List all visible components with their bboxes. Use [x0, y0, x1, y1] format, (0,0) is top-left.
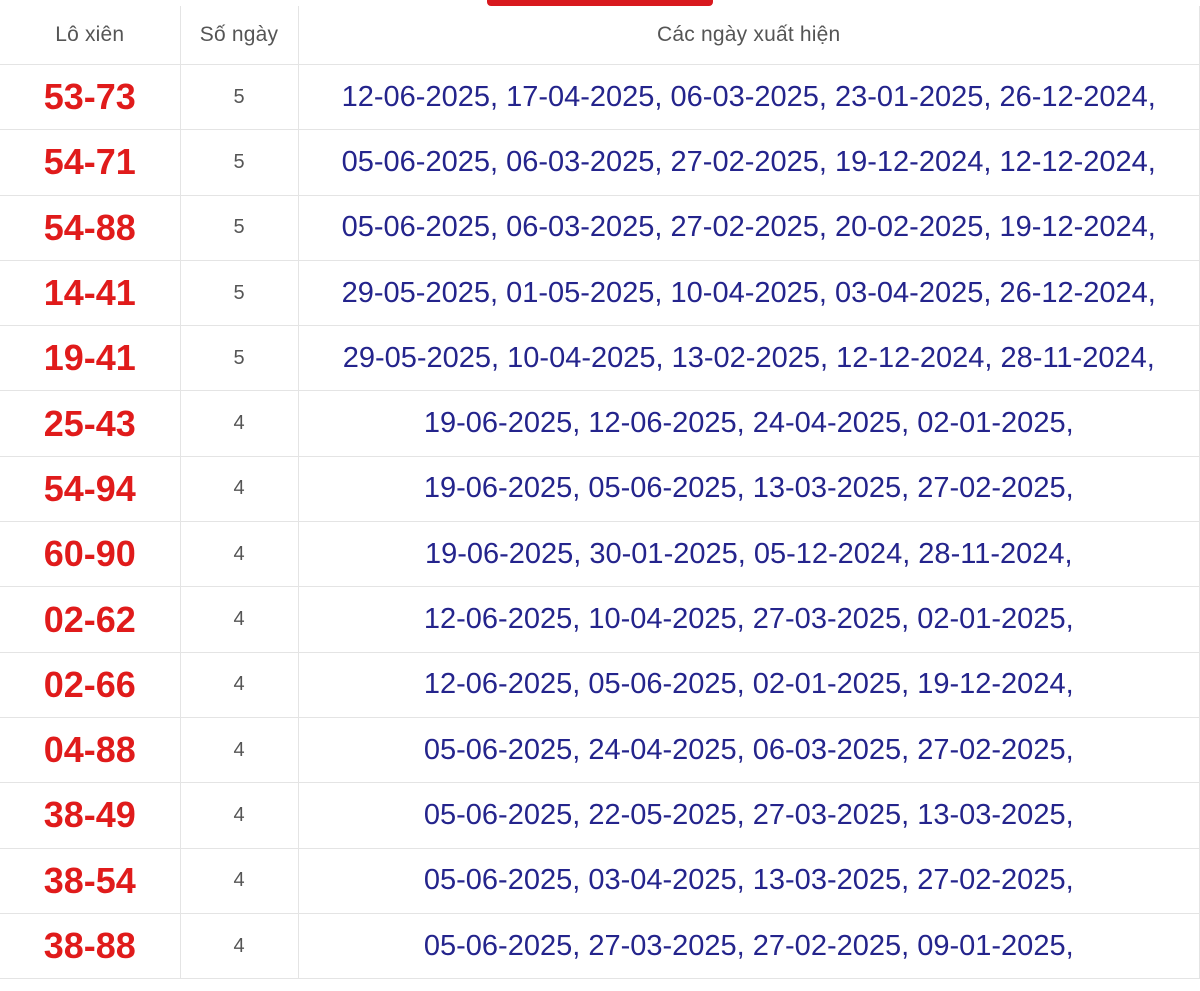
pair-cell: 54-94 [0, 455, 181, 523]
days-cell: 4 [179, 455, 299, 523]
table-row: 14-41 5 29-05-2025, 01-05-2025, 10-04-20… [0, 259, 1200, 327]
pair-cell: 60-90 [0, 521, 181, 588]
pair-cell: 38-49 [0, 782, 181, 849]
table-row: 54-94 4 19-06-2025, 05-06-2025, 13-03-20… [0, 455, 1200, 523]
pair-cell: 54-88 [0, 194, 181, 261]
dates-cell: 29-05-2025, 10-04-2025, 13-02-2025, 12-1… [297, 325, 1200, 392]
dates-cell: 05-06-2025, 27-03-2025, 27-02-2025, 09-0… [297, 912, 1200, 980]
pair-cell: 02-66 [0, 651, 181, 718]
table-row: 60-90 4 19-06-2025, 30-01-2025, 05-12-20… [0, 521, 1200, 588]
dates-cell: 19-06-2025, 30-01-2025, 05-12-2024, 28-1… [297, 521, 1200, 588]
dates-cell: 12-06-2025, 17-04-2025, 06-03-2025, 23-0… [297, 63, 1200, 131]
table-row: 38-54 4 05-06-2025, 03-04-2025, 13-03-20… [0, 847, 1200, 914]
dates-cell: 29-05-2025, 01-05-2025, 10-04-2025, 03-0… [297, 259, 1200, 327]
table-row: 53-73 5 12-06-2025, 17-04-2025, 06-03-20… [0, 63, 1200, 131]
table-header-row: Lô xiên Số ngày Các ngày xuất hiện [0, 6, 1200, 65]
pair-cell: 38-88 [0, 912, 181, 980]
days-cell: 4 [179, 847, 299, 914]
table-row: 38-88 4 05-06-2025, 27-03-2025, 27-02-20… [0, 912, 1200, 980]
pair-cell: 04-88 [0, 716, 181, 784]
table-row: 25-43 4 19-06-2025, 12-06-2025, 24-04-20… [0, 390, 1200, 457]
days-cell: 4 [179, 912, 299, 980]
header-days: Số ngày [179, 6, 299, 65]
days-cell: 4 [179, 521, 299, 588]
lo-xien-stats-table: Lô xiên Số ngày Các ngày xuất hiện 53-73… [0, 6, 1200, 980]
page: Lô xiên Số ngày Các ngày xuất hiện 53-73… [0, 0, 1200, 991]
pair-cell: 02-62 [0, 586, 181, 653]
header-dates: Các ngày xuất hiện [297, 6, 1200, 65]
days-cell: 4 [179, 651, 299, 718]
table-row: 02-62 4 12-06-2025, 10-04-2025, 27-03-20… [0, 586, 1200, 653]
pair-cell: 25-43 [0, 390, 181, 457]
dates-cell: 19-06-2025, 12-06-2025, 24-04-2025, 02-0… [297, 390, 1200, 457]
table-row: 54-71 5 05-06-2025, 06-03-2025, 27-02-20… [0, 129, 1200, 196]
dates-cell: 12-06-2025, 10-04-2025, 27-03-2025, 02-0… [297, 586, 1200, 653]
days-cell: 4 [179, 390, 299, 457]
days-cell: 4 [179, 586, 299, 653]
days-cell: 5 [179, 63, 299, 131]
days-cell: 5 [179, 129, 299, 196]
days-cell: 5 [179, 259, 299, 327]
days-cell: 5 [179, 194, 299, 261]
pair-cell: 19-41 [0, 325, 181, 392]
table-row: 02-66 4 12-06-2025, 05-06-2025, 02-01-20… [0, 651, 1200, 718]
days-cell: 4 [179, 782, 299, 849]
days-cell: 4 [179, 716, 299, 784]
table-row: 19-41 5 29-05-2025, 10-04-2025, 13-02-20… [0, 325, 1200, 392]
table-row: 54-88 5 05-06-2025, 06-03-2025, 27-02-20… [0, 194, 1200, 261]
pair-cell: 38-54 [0, 847, 181, 914]
table-row: 38-49 4 05-06-2025, 22-05-2025, 27-03-20… [0, 782, 1200, 849]
dates-cell: 12-06-2025, 05-06-2025, 02-01-2025, 19-1… [297, 651, 1200, 718]
dates-cell: 05-06-2025, 06-03-2025, 27-02-2025, 19-1… [297, 129, 1200, 196]
days-cell: 5 [179, 325, 299, 392]
table-row: 04-88 4 05-06-2025, 24-04-2025, 06-03-20… [0, 716, 1200, 784]
pair-cell: 14-41 [0, 259, 181, 327]
dates-cell: 05-06-2025, 22-05-2025, 27-03-2025, 13-0… [297, 782, 1200, 849]
header-pair: Lô xiên [0, 6, 181, 65]
dates-cell: 05-06-2025, 06-03-2025, 27-02-2025, 20-0… [297, 194, 1200, 261]
dates-cell: 19-06-2025, 05-06-2025, 13-03-2025, 27-0… [297, 455, 1200, 523]
dates-cell: 05-06-2025, 03-04-2025, 13-03-2025, 27-0… [297, 847, 1200, 914]
pair-cell: 54-71 [0, 129, 181, 196]
pair-cell: 53-73 [0, 63, 181, 131]
dates-cell: 05-06-2025, 24-04-2025, 06-03-2025, 27-0… [297, 716, 1200, 784]
